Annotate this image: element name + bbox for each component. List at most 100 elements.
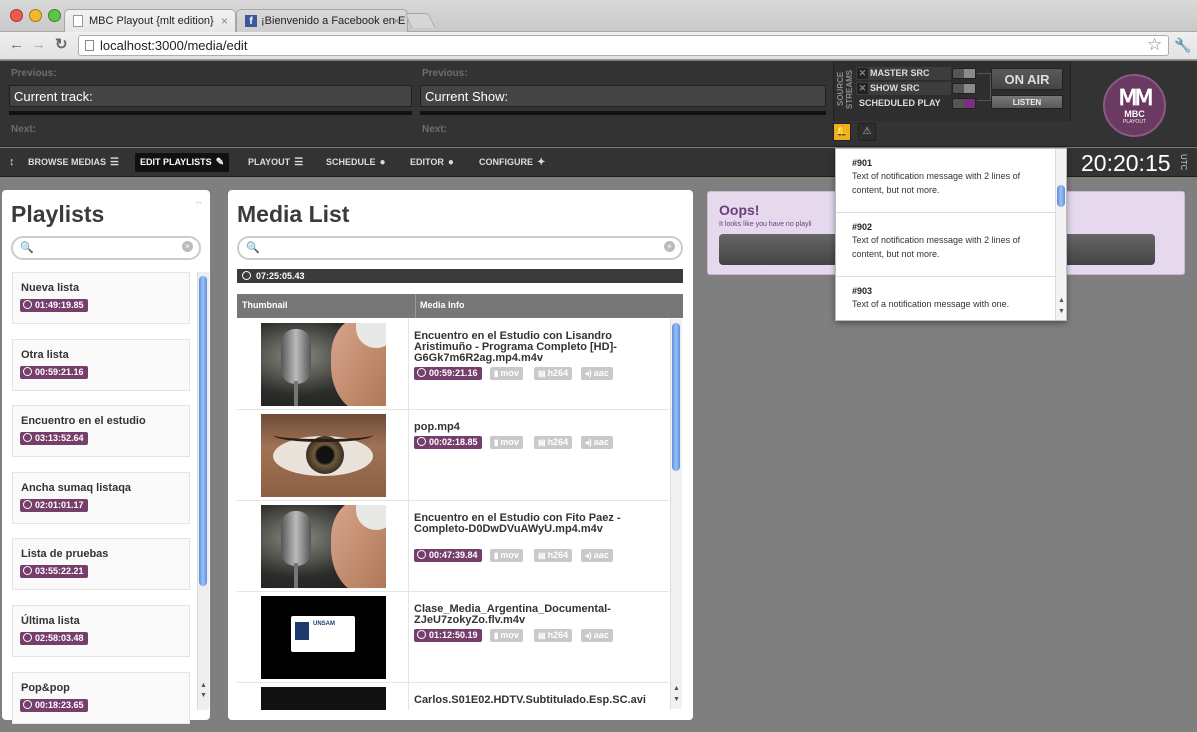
clock-icon — [417, 630, 426, 639]
menu-editor[interactable]: EDITOR ● — [405, 153, 459, 172]
menu-edit-playlists[interactable]: EDIT PLAYLISTS ✎ — [135, 153, 230, 172]
url-text: localhost:3000/media/edit — [100, 38, 248, 53]
close-window-button[interactable] — [10, 9, 23, 22]
scrollbar-thumb[interactable] — [199, 276, 207, 586]
zoom-window-button[interactable] — [48, 9, 61, 22]
playlist-duration-badge: 01:49:19.85 — [20, 299, 88, 312]
reload-icon[interactable]: ↻ — [55, 37, 68, 53]
master-src-toggle[interactable] — [952, 68, 976, 79]
playlist-item[interactable]: Última lista 02:58:03.48 — [12, 605, 190, 657]
file-icon: ▮ — [494, 369, 499, 378]
media-row[interactable]: UNSAM Clase_Media_Argentina_Documental-ZJ… — [237, 592, 669, 683]
logo-text: MBC — [1124, 109, 1145, 119]
menu-browse-medias[interactable]: BROWSE MEDIAS ☰ — [23, 153, 124, 172]
menu-schedule[interactable]: SCHEDULE ● — [321, 153, 391, 172]
track-progress-bar — [9, 111, 412, 115]
column-media-info[interactable]: Media Info — [420, 300, 465, 310]
thumbnail-cell — [237, 319, 409, 410]
tab-mbc-playout[interactable]: MBC Playout {mlt edition} × — [64, 9, 236, 32]
audio-codec-badge: ◂) aac — [581, 367, 613, 380]
playlist-scrollbar[interactable]: ▲ ▼ — [197, 272, 209, 710]
media-row[interactable]: pop.mp4 00:02:18.85 ▮ mov ▤ h264 ◂) aac — [237, 410, 669, 501]
playlist-item[interactable]: Pop&pop 00:18:23.65 — [12, 671, 190, 724]
show-src-toggle[interactable] — [952, 83, 976, 94]
format-value: mov — [500, 630, 519, 640]
close-icon[interactable]: ✕ — [857, 68, 868, 79]
scroll-down-arrow-icon[interactable]: ▼ — [1056, 308, 1066, 315]
next-track-label: Next: — [11, 124, 37, 135]
playlist-item[interactable]: Lista de pruebas 03:55:22.21 — [12, 538, 190, 591]
next-show-label: Next: — [422, 124, 448, 135]
star-icon[interactable]: ☆ — [1147, 36, 1162, 53]
notification-item[interactable]: #901 Text of notification message with 2… — [836, 149, 1056, 213]
tab-facebook[interactable]: f ¡Bienvenido a Facebook en E × — [236, 9, 408, 32]
media-row[interactable]: Carlos.S01E02.HDTV.Subtitulado.Esp.SC.av… — [237, 683, 669, 711]
menu-configure[interactable]: CONFIGURE ✦ — [474, 153, 550, 172]
scrollbar-thumb[interactable] — [1057, 185, 1065, 207]
playlist-item[interactable]: Nueva lista 01:49:19.85 — [12, 272, 190, 324]
toggle-knob — [964, 69, 975, 78]
playlist-duration-badge: 00:59:21.16 — [20, 365, 88, 379]
menu-playout[interactable]: PLAYOUT ☰ — [243, 153, 308, 172]
playlist-search-input[interactable]: 🔍 × — [11, 236, 201, 260]
address-bar[interactable]: localhost:3000/media/edit — [78, 35, 1169, 56]
logo-mark-icon: ⅯⅯ — [1118, 85, 1154, 110]
media-duration-badge: 01:12:50.19 — [414, 629, 482, 642]
scroll-up-arrow-icon[interactable]: ▲ — [198, 682, 209, 689]
close-tab-icon[interactable]: × — [221, 14, 228, 28]
media-duration: 00:59:21.16 — [429, 368, 478, 378]
search-icon: 🔍 — [20, 242, 34, 254]
media-table-header: Thumbnail Media Info — [237, 294, 683, 318]
scrollbar-thumb[interactable] — [672, 323, 680, 471]
media-scrollbar[interactable]: ▲ ▼ — [670, 319, 682, 709]
tab-label: ¡Bienvenido a Facebook en E — [261, 15, 406, 27]
clear-search-icon[interactable]: × — [664, 241, 675, 252]
media-duration-badge: 00:47:39.84 — [414, 549, 482, 562]
close-tab-icon[interactable]: × — [393, 14, 400, 28]
wrench-icon[interactable]: 🔧 — [1174, 37, 1191, 53]
warning-icon[interactable]: ⚠ — [858, 123, 876, 141]
playlist-duration-badge: 03:55:22.21 — [20, 565, 88, 579]
minimize-window-button[interactable] — [29, 9, 42, 22]
media-title: Clase_Media_Argentina_Documental-ZJeU7zo… — [414, 603, 611, 626]
notification-id: #903 — [852, 286, 873, 296]
mbc-logo: ⅯⅯ MBC PLAYOUT — [1103, 74, 1166, 137]
master-src-row: ✕ MASTER SRC — [856, 67, 951, 80]
notification-message: Text of notification message with 2 line… — [852, 171, 1021, 195]
back-arrow-icon[interactable]: ← — [9, 37, 24, 53]
clear-search-icon[interactable]: × — [182, 241, 193, 252]
new-tab-button[interactable] — [404, 13, 436, 28]
playlist-name: Otra lista — [21, 348, 69, 361]
video-codec-badge: ▤ h264 — [534, 436, 573, 449]
format-value: mov — [500, 550, 519, 560]
close-icon[interactable]: ✕ — [857, 83, 868, 94]
notifications-scrollbar[interactable]: ▲ ▼ — [1055, 149, 1066, 320]
bell-icon[interactable]: 🔔 — [833, 123, 851, 141]
scroll-up-arrow-icon[interactable]: ▲ — [1056, 297, 1066, 304]
playlist-item[interactable]: Ancha sumaq listaqa 02:01:01.17 — [12, 471, 190, 524]
media-row[interactable]: Encuentro en el Estudio con Lisandro Ari… — [237, 319, 669, 410]
file-icon: ▮ — [494, 551, 499, 560]
total-duration: 07:25:05.43 — [256, 271, 305, 281]
column-thumbnail[interactable]: Thumbnail — [242, 300, 288, 310]
forward-arrow-icon[interactable]: → — [31, 37, 46, 53]
media-search-input[interactable]: 🔍 × — [237, 236, 683, 260]
notification-item[interactable]: #902 Text of notification message with 2… — [836, 213, 1056, 277]
playlist-name: Pop&pop — [21, 681, 70, 694]
expand-icon[interactable]: ↔ — [194, 196, 203, 206]
clock-icon — [23, 366, 32, 376]
notification-item[interactable]: #903 Text of a notification message with… — [836, 277, 1056, 320]
scheduled-play-toggle[interactable] — [952, 98, 976, 109]
scroll-down-arrow-icon[interactable]: ▼ — [671, 696, 682, 703]
scroll-up-arrow-icon[interactable]: ▲ — [671, 685, 682, 692]
media-title: Carlos.S01E02.HDTV.Subtitulado.Esp.SC.av… — [414, 694, 646, 706]
clock-icon — [242, 271, 251, 280]
tab-label: MBC Playout {mlt edition} — [89, 15, 214, 27]
media-row[interactable]: Encuentro en el Estudio con Fito Paez - … — [237, 501, 669, 592]
thumbnail-cell: UNSAM — [237, 592, 409, 683]
scroll-down-arrow-icon[interactable]: ▼ — [198, 692, 209, 699]
playlist-item[interactable]: Encuentro en el estudio 03:13:52.64 — [12, 405, 190, 458]
listen-button[interactable]: LISTEN — [991, 95, 1063, 109]
resize-handle-icon[interactable]: ↕ — [4, 153, 20, 172]
playlist-item[interactable]: Otra lista 00:59:21.16 — [12, 338, 190, 391]
